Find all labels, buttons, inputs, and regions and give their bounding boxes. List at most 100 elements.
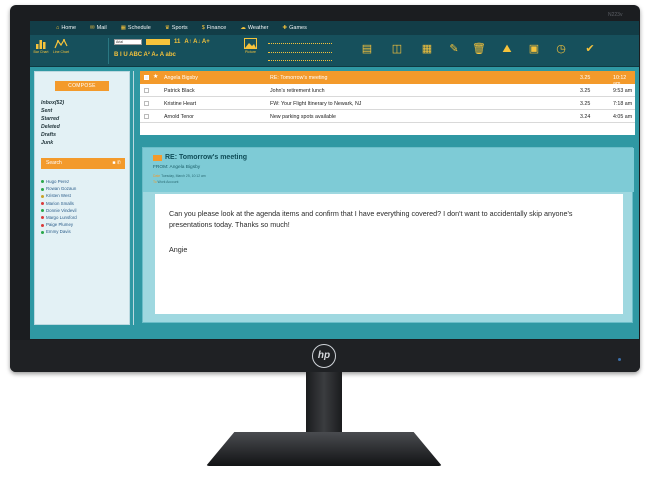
picture-icon bbox=[244, 38, 257, 49]
message-time: 7:18 am bbox=[613, 101, 633, 107]
contact-search[interactable]: Search ■ ✆ bbox=[41, 158, 125, 169]
font-controls: Arial 11 A↑ A↓ A+ bbox=[114, 39, 210, 45]
checkmark-circle-icon[interactable]: ✔ bbox=[583, 43, 597, 55]
contact-list: Hugo Perez Rowan Gozaun Kristen West Marion… bbox=[41, 178, 77, 236]
folder-item[interactable]: Deleted bbox=[41, 123, 64, 131]
message-checkbox[interactable] bbox=[144, 75, 149, 80]
message-size: 3.25 bbox=[580, 101, 591, 107]
nav-item-games[interactable]: ✚ Games bbox=[283, 25, 307, 31]
message-checkbox[interactable] bbox=[144, 114, 149, 119]
nav-item-sports[interactable]: ♛ Sports bbox=[165, 25, 188, 31]
font-color-swatch[interactable] bbox=[146, 39, 170, 45]
line-chart-button[interactable]: Line Chart bbox=[52, 38, 70, 54]
message-time: 9:53 am bbox=[613, 88, 633, 94]
contact-name: Rowan Gozaun bbox=[46, 186, 77, 192]
book-icon[interactable]: ◫ bbox=[390, 43, 404, 55]
contact-item[interactable]: Paige Plumey bbox=[41, 221, 77, 228]
contact-item[interactable]: Hugo Perez bbox=[41, 178, 77, 185]
message-row-subject: New parking spots available bbox=[270, 114, 336, 120]
contact-name: Emmy Davis bbox=[46, 229, 71, 235]
nav-item-finance[interactable]: $ Finance bbox=[202, 25, 227, 31]
message-row[interactable]: Patrick Black John's retirement lunch 3.25… bbox=[140, 84, 635, 97]
message-checkbox[interactable] bbox=[144, 88, 149, 93]
folder-item[interactable]: Junk bbox=[41, 139, 64, 147]
font-size-adjust-buttons[interactable]: A↑ A↓ A+ bbox=[184, 39, 209, 45]
contact-item[interactable]: Donnie Vindevil bbox=[41, 207, 77, 214]
paragraph-controls[interactable] bbox=[268, 39, 332, 61]
gamepad-icon: ✚ bbox=[282, 25, 288, 31]
message-row-subject: FW: Your Flight Itinerary to Newark, NJ bbox=[270, 101, 362, 107]
folder-item[interactable]: Inbox(52) bbox=[41, 99, 64, 107]
reading-pane: RE: Tomorrow's meeting FROM: Angela Bigs… bbox=[142, 147, 634, 323]
mail-icon: ✉ bbox=[90, 25, 95, 31]
folder-list: Inbox(52) Sent Starred Deleted Drafts Junk bbox=[41, 99, 64, 147]
font-family-select[interactable]: Arial bbox=[114, 39, 142, 45]
trophy-icon: ♛ bbox=[164, 25, 170, 31]
message-subject: RE: Tomorrow's meeting bbox=[165, 154, 248, 161]
message-row[interactable]: ★ Angela Bigsby RE: Tomorrow's meeting 3.25… bbox=[140, 71, 635, 87]
message-header: RE: Tomorrow's meeting FROM: Angela Bigs… bbox=[143, 148, 634, 192]
message-size: 3.25 bbox=[580, 75, 591, 81]
contact-item[interactable]: Rowan Gozaun bbox=[41, 185, 77, 192]
cloud-icon: ☁ bbox=[240, 25, 246, 31]
ribbon-separator bbox=[108, 38, 109, 64]
monitor-screen: ⌂ Home ✉ Mail ▦ Schedule ♛ Sports $ Finance ☁ Weath… bbox=[30, 21, 639, 339]
message-checkbox[interactable] bbox=[144, 101, 149, 106]
contact-name: Paige Plumey bbox=[46, 222, 74, 228]
presence-status-icon bbox=[41, 180, 44, 184]
picture-label: Picture bbox=[245, 50, 256, 54]
presence-status-icon bbox=[41, 187, 44, 191]
trash-icon[interactable]: 🗑 bbox=[472, 43, 486, 55]
contact-item[interactable]: Emmy Davis bbox=[41, 228, 77, 235]
folder-item[interactable]: Sent bbox=[41, 107, 64, 115]
calendar-grid-icon[interactable]: ▦ bbox=[420, 43, 434, 55]
nav-item-label: Sports bbox=[171, 25, 188, 31]
message-time: 4:05 am bbox=[613, 114, 633, 120]
presence-status-icon bbox=[41, 230, 44, 234]
clock-icon[interactable]: ◷ bbox=[554, 43, 568, 55]
nav-item-label: Finance bbox=[206, 25, 227, 31]
nav-item-label: Games bbox=[289, 25, 307, 31]
folder-item[interactable]: Drafts bbox=[41, 131, 64, 139]
contact-name: Hugo Perez bbox=[46, 179, 70, 184]
star-icon[interactable]: ★ bbox=[153, 73, 158, 80]
bar-chart-button[interactable]: Bar Chart bbox=[32, 38, 50, 54]
pencil-icon[interactable]: ✎ bbox=[447, 43, 461, 55]
folder-item[interactable]: Starred bbox=[41, 115, 64, 123]
top-nav: ⌂ Home ✉ Mail ▦ Schedule ♛ Sports $ Finance ☁ Weath… bbox=[30, 21, 639, 35]
message-row[interactable]: Kristine Heart FW: Your Flight Itinerary … bbox=[140, 97, 635, 110]
photo-stage: N223v hp ⌂ Home ✉ Mail ▦ Schedule ♛ Sports $ Fina… bbox=[0, 0, 648, 477]
nav-item-weather[interactable]: ☁ Weather bbox=[240, 25, 268, 31]
video-call-icon[interactable]: ■ ✆ bbox=[112, 158, 121, 169]
presence-status-icon bbox=[41, 209, 44, 213]
mountain-image-icon[interactable]: ⛰ bbox=[500, 43, 514, 55]
compose-button[interactable]: COMPOSE bbox=[55, 81, 109, 91]
presence-status-icon bbox=[41, 194, 44, 198]
font-size-select[interactable]: 11 bbox=[174, 39, 180, 45]
contact-item[interactable]: Marion Smalls bbox=[41, 200, 77, 207]
briefcase-icon[interactable]: ▣ bbox=[527, 43, 541, 55]
contact-item[interactable]: Margo Lunsford bbox=[41, 214, 77, 221]
message-row-subject: RE: Tomorrow's meeting bbox=[270, 75, 328, 81]
presence-status-icon bbox=[41, 223, 44, 227]
message-size: 3.24 bbox=[580, 114, 591, 120]
flag-icon bbox=[153, 155, 162, 161]
dollar-icon: $ bbox=[201, 25, 205, 31]
message-meta: Date Tuesday, March 25, 10:12 am To Work… bbox=[153, 173, 206, 185]
monitor-stand-neck bbox=[306, 372, 342, 442]
monitor-stand-base bbox=[206, 432, 442, 466]
nav-item-home[interactable]: ⌂ Home bbox=[56, 25, 76, 31]
message-signature: Angie bbox=[169, 245, 188, 254]
picture-button[interactable]: Picture bbox=[244, 38, 257, 54]
nav-item-schedule[interactable]: ▦ Schedule bbox=[121, 25, 151, 31]
message-from: FROM: Angela Bigsby bbox=[153, 165, 201, 170]
nav-item-mail[interactable]: ✉ Mail bbox=[90, 25, 107, 31]
to-label: To bbox=[153, 180, 157, 184]
message-sender: Arnold Tenor bbox=[164, 114, 194, 120]
clipboard-icon[interactable]: ▤ bbox=[360, 43, 374, 55]
text-format-buttons[interactable]: B I U ABC A² A₂ A abc bbox=[114, 52, 176, 58]
nav-item-label: Weather bbox=[247, 25, 269, 31]
contact-name: Margo Lunsford bbox=[46, 215, 77, 221]
contact-item[interactable]: Kristen West bbox=[41, 192, 77, 199]
message-row[interactable]: Arnold Tenor New parking spots available 3… bbox=[140, 110, 635, 123]
